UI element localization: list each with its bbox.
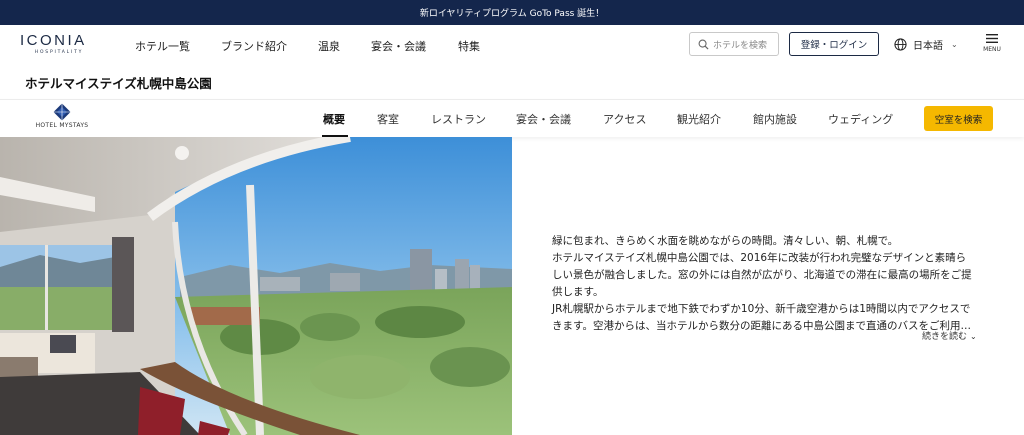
hero-room-image <box>0 137 512 435</box>
globe-icon <box>894 38 907 51</box>
promo-banner[interactable]: 新ロイヤリティプログラム GoTo Pass 誕生！ <box>0 0 1024 25</box>
language-label: 日本語 <box>913 41 943 52</box>
tab-banquet[interactable]: 宴会・会議 <box>516 111 571 127</box>
description-line: 供します。 <box>552 286 604 298</box>
tab-access[interactable]: アクセス <box>603 111 646 127</box>
global-header: ICONIA HOSPITALITY ホテル一覧 ブランド紹介 温泉 宴会・会議… <box>0 25 1024 65</box>
nav-banquet[interactable]: 宴会・会議 <box>371 38 426 54</box>
hotel-subnav: HOTEL MYSTAYS 概要 客室 レストラン 宴会・会議 アクセス 観光紹… <box>0 99 1024 137</box>
tab-rooms[interactable]: 客室 <box>377 111 399 127</box>
read-more-link[interactable]: 続きを読む ⌄ <box>922 329 977 342</box>
search-icon <box>698 39 709 50</box>
tab-sightseeing[interactable]: 観光紹介 <box>677 111 721 127</box>
brand-name: HOTEL MYSTAYS <box>35 122 89 129</box>
hotel-mystays-logo[interactable]: HOTEL MYSTAYS <box>34 103 90 129</box>
mystays-diamond-icon <box>53 103 71 121</box>
nav-brands[interactable]: ブランド紹介 <box>221 38 287 54</box>
logo-wordmark: ICONIA <box>20 32 87 49</box>
nav-features[interactable]: 特集 <box>458 38 480 54</box>
read-more-label: 続きを読む <box>922 332 968 342</box>
menu-button[interactable]: MENU <box>980 33 1004 53</box>
description-line: しい景色が融合しました。窓の外には自然が広がり、北海道での滞在に最高の場所をご提 <box>552 269 972 281</box>
tab-restaurant[interactable]: レストラン <box>431 111 486 127</box>
iconia-logo[interactable]: ICONIA HOSPITALITY <box>20 33 104 59</box>
register-login-button[interactable]: 登録・ログイン <box>789 32 879 56</box>
search-placeholder: ホテルを検索 <box>713 40 768 51</box>
availability-label: 空室を検索 <box>934 114 983 126</box>
tab-overview[interactable]: 概要 <box>323 111 345 127</box>
language-selector[interactable]: 日本語 ⌄ <box>894 37 958 52</box>
hamburger-icon <box>986 34 998 43</box>
hotel-title: ホテルマイステイズ札幌中島公園 <box>25 76 212 91</box>
promo-text[interactable]: 新ロイヤリティプログラム GoTo Pass 誕生！ <box>420 6 604 19</box>
tab-wedding[interactable]: ウェディング <box>828 111 893 127</box>
chevron-down-icon: ⌄ <box>970 332 977 341</box>
description-line: 緑に包まれ、きらめく水面を眺めながらの時間。清々しい、朝、札幌で。 <box>552 235 899 247</box>
menu-label: MENU <box>983 46 1001 53</box>
nav-onsen[interactable]: 温泉 <box>318 38 340 54</box>
nav-hotel-list[interactable]: ホテル一覧 <box>135 38 190 54</box>
search-availability-button[interactable]: 空室を検索 <box>924 106 993 131</box>
description-line: JR札幌駅からホテルまで地下鉄でわずか10分、新千歳空港からは1時間以内でアクセ… <box>552 303 971 315</box>
logo-tagline: HOSPITALITY <box>34 50 84 55</box>
hotel-search-input[interactable]: ホテルを検索 <box>689 32 779 56</box>
chevron-down-icon: ⌄ <box>951 40 958 49</box>
description-line: ホテルマイステイズ札幌中島公園では、2016年に改装が行われ完璧なデザインと素晴… <box>552 252 967 264</box>
room-view-illustration <box>0 137 512 435</box>
tab-facilities[interactable]: 館内施設 <box>753 111 797 127</box>
hotel-description: 緑に包まれ、きらめく水面を眺めながらの時間。清々しい、朝、札幌で。 ホテルマイス… <box>552 233 992 335</box>
login-label: 登録・ログイン <box>800 40 868 51</box>
